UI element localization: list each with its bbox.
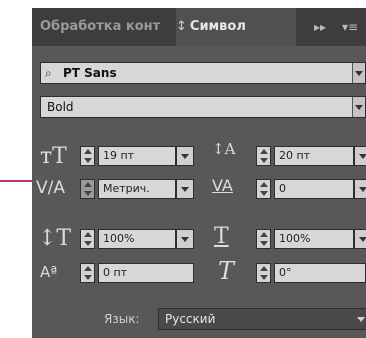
tracking-input[interactable]: 0 <box>274 179 354 199</box>
baseline-shift-icon: Aª <box>40 263 58 281</box>
panel-menu-icon[interactable]: ▾≡ <box>342 8 358 46</box>
font-size-dropdown[interactable] <box>176 146 194 166</box>
vertical-scale-input[interactable]: 100% <box>98 229 176 249</box>
leading-dropdown[interactable] <box>354 146 366 166</box>
horizontal-scale-input[interactable]: 100% <box>274 229 354 249</box>
font-family-select[interactable]: ⌕ PT Sans <box>40 62 366 84</box>
font-style-select[interactable]: Bold <box>40 96 366 118</box>
font-style-value: Bold <box>47 100 74 114</box>
skew-stepper[interactable] <box>256 263 271 283</box>
tab-paragraph-processing[interactable]: Обработка конт <box>40 8 176 46</box>
tracking-dropdown[interactable] <box>354 179 366 199</box>
panel-tab-bar: Обработка конт ↕ Символ ▸▸ ▾≡ <box>32 8 366 46</box>
font-size-icon: ᴛT <box>40 144 67 169</box>
skew-icon: T <box>218 257 235 285</box>
baseline-shift-input[interactable]: 0 пт <box>98 263 194 283</box>
chevron-down-icon <box>355 309 366 329</box>
callout-line <box>0 180 34 182</box>
leading-input[interactable]: 20 пт <box>274 146 354 166</box>
language-value: Русский <box>165 312 216 326</box>
kerning-dropdown[interactable] <box>176 179 194 199</box>
language-select[interactable]: Русский <box>158 308 366 330</box>
font-family-value: PT Sans <box>63 66 117 80</box>
vertical-scale-dropdown[interactable] <box>176 229 194 249</box>
leading-stepper[interactable] <box>256 146 271 166</box>
horizontal-scale-icon: T <box>214 224 229 249</box>
skew-input[interactable]: 0° <box>274 263 366 283</box>
baseline-shift-stepper[interactable] <box>80 263 95 283</box>
language-label: Язык: <box>104 312 140 326</box>
font-size-input[interactable]: 19 пт <box>98 146 176 166</box>
kerning-icon: V/A <box>36 178 65 198</box>
font-size-stepper[interactable] <box>80 146 95 166</box>
horizontal-scale-stepper[interactable] <box>256 229 271 249</box>
tracking-stepper[interactable] <box>256 179 271 199</box>
kerning-input[interactable]: Метрич. <box>98 179 176 199</box>
forward-icon[interactable]: ▸▸ <box>314 8 326 46</box>
character-panel: Обработка конт ↕ Символ ▸▸ ▾≡ ⌕ PT Sans B… <box>32 8 366 338</box>
vertical-scale-stepper[interactable] <box>80 229 95 249</box>
tab-expand-icon: ↕ <box>176 19 187 34</box>
search-icon: ⌕ <box>45 66 52 80</box>
kerning-stepper[interactable] <box>80 179 95 199</box>
tab-character[interactable]: ↕ Символ <box>176 8 296 46</box>
vertical-scale-icon: ↕T <box>38 226 72 251</box>
tracking-icon: VA <box>212 176 233 195</box>
tab-character-label: Символ <box>189 19 246 34</box>
horizontal-scale-dropdown[interactable] <box>354 229 366 249</box>
leading-icon: ↕A <box>212 140 236 158</box>
chevron-down-icon <box>352 63 365 83</box>
chevron-down-icon <box>352 97 365 117</box>
